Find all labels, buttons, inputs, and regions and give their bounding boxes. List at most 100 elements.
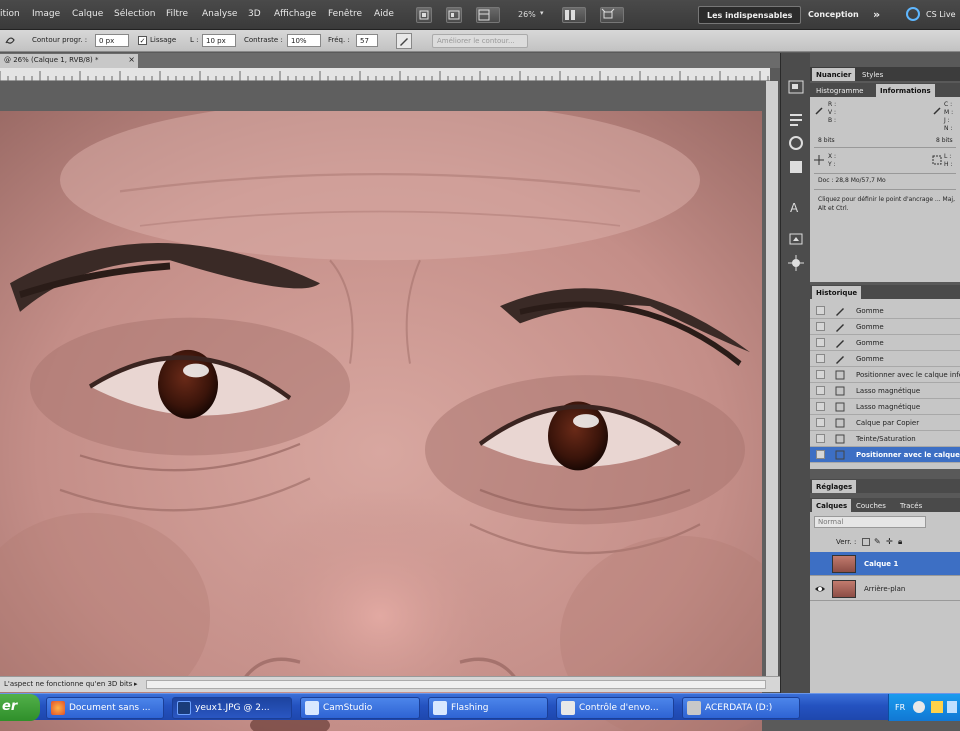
horizontal-scrollbar[interactable] — [146, 680, 766, 689]
history-item[interactable]: Calque par Copier — [810, 415, 960, 431]
menu-calque[interactable]: Calque — [72, 9, 103, 19]
task-camstudio[interactable]: CamStudio — [300, 697, 420, 719]
crosshair-icon — [814, 155, 824, 165]
blend-mode-select[interactable]: Normal — [814, 516, 926, 528]
screen-mode-button[interactable] — [600, 7, 624, 23]
arrange-documents-button[interactable] — [562, 7, 586, 23]
launch-bridge-button[interactable] — [416, 7, 432, 23]
tab-swatches[interactable]: Nuancier — [812, 68, 856, 81]
brush-presets-icon[interactable] — [786, 109, 806, 129]
more-workspaces-button[interactable]: » — [873, 8, 880, 21]
tab-paths[interactable]: Tracés — [896, 499, 926, 512]
history-source-checkbox[interactable] — [816, 450, 825, 459]
tab-styles[interactable]: Styles — [858, 68, 887, 81]
info-m-label: M : — [944, 109, 954, 116]
task-acerdata[interactable]: ACERDATA (D:) — [682, 697, 800, 719]
cslive-icon[interactable] — [906, 7, 920, 21]
control-icon — [561, 701, 575, 715]
history-item[interactable]: Gomme — [810, 351, 960, 367]
paragraph-icon[interactable] — [786, 229, 806, 249]
menu-filtre[interactable]: Filtre — [166, 9, 188, 19]
canvas-area[interactable] — [0, 81, 766, 731]
feather-input[interactable]: 0 px — [95, 34, 129, 47]
layer-row[interactable]: Arrière-plan — [810, 577, 960, 601]
close-tab-icon[interactable]: × — [128, 55, 135, 64]
tab-histogram[interactable]: Histogramme — [812, 84, 867, 97]
launch-minibridge-button[interactable] — [446, 7, 462, 23]
windows-taskbar: er Document sans ... yeux1.JPG @ 2... Ca… — [0, 693, 960, 721]
clone-source-icon[interactable] — [786, 133, 806, 153]
history-item[interactable]: Gomme — [810, 319, 960, 335]
vertical-scrollbar[interactable] — [766, 81, 778, 676]
menu-analyse[interactable]: Analyse — [202, 9, 237, 19]
history-item[interactable]: Positionner avec le calque inf... — [810, 447, 960, 463]
history-source-checkbox[interactable] — [816, 402, 825, 411]
zoom-level[interactable]: 26% — [518, 10, 536, 19]
refine-edge-button[interactable]: Améliorer le contour... — [432, 34, 528, 48]
history-item[interactable]: Gomme — [810, 303, 960, 319]
lock-all-icon[interactable]: 🔒︎ — [898, 537, 902, 547]
menu-selection[interactable]: Sélection — [114, 9, 155, 19]
history-source-checkbox[interactable] — [816, 306, 825, 315]
magnetic-lasso-icon[interactable] — [4, 34, 16, 46]
menu-3d[interactable]: 3D — [248, 9, 261, 19]
menu-fichier[interactable]: ition — [0, 9, 20, 19]
history-source-checkbox[interactable] — [816, 322, 825, 331]
history-item[interactable]: Lasso magnétique — [810, 399, 960, 415]
eye-icon[interactable] — [814, 584, 826, 594]
history-source-checkbox[interactable] — [816, 386, 825, 395]
antialias-checkbox[interactable]: ✓ — [138, 36, 147, 45]
task-label: Contrôle d'envo... — [579, 703, 659, 713]
tab-history[interactable]: Historique — [812, 286, 862, 299]
tray-network-icon[interactable] — [947, 701, 957, 713]
character-icon[interactable]: A — [786, 197, 806, 217]
pen-pressure-button[interactable] — [396, 33, 412, 49]
status-arrow-icon[interactable]: ▸ — [134, 680, 138, 688]
width-input[interactable]: 10 px — [202, 34, 236, 47]
lock-transparency-icon[interactable] — [862, 538, 870, 546]
frequency-input[interactable]: 57 — [356, 34, 378, 47]
history-source-checkbox[interactable] — [816, 434, 825, 443]
workspace-essentials[interactable]: Les indispensables — [698, 6, 802, 24]
history-source-checkbox[interactable] — [816, 354, 825, 363]
history-item[interactable]: Gomme — [810, 335, 960, 351]
history-source-checkbox[interactable] — [816, 338, 825, 347]
language-indicator[interactable]: FR — [895, 703, 905, 712]
horizontal-ruler[interactable] — [0, 68, 770, 81]
tab-info[interactable]: Informations — [876, 84, 935, 97]
history-label: Positionner avec le calque infé... — [856, 371, 960, 379]
lock-pixels-icon[interactable]: ✎ — [874, 537, 881, 546]
lock-position-icon[interactable]: ✛ — [886, 537, 893, 546]
contrast-input[interactable]: 10% — [287, 34, 321, 47]
actions-icon[interactable] — [786, 253, 806, 273]
tray-app-icon[interactable] — [913, 701, 925, 713]
workspace-design[interactable]: Conception — [800, 6, 867, 24]
menu-affichage[interactable]: Affichage — [274, 9, 316, 19]
face-photo[interactable] — [0, 111, 762, 731]
task-photoshop[interactable]: yeux1.JPG @ 2... — [172, 697, 292, 719]
navigator-icon[interactable] — [786, 77, 806, 97]
layer-row[interactable]: Calque 1 — [810, 552, 960, 576]
history-item[interactable]: Lasso magnétique — [810, 383, 960, 399]
zoom-dropdown-icon[interactable]: ▾ — [540, 9, 544, 17]
history-source-checkbox[interactable] — [816, 418, 825, 427]
tab-channels[interactable]: Couches — [852, 499, 890, 512]
history-source-checkbox[interactable] — [816, 370, 825, 379]
tray-shield-icon[interactable] — [931, 701, 943, 713]
tab-layers[interactable]: Calques — [812, 499, 852, 512]
view-extras-button[interactable] — [476, 7, 500, 23]
task-control[interactable]: Contrôle d'envo... — [556, 697, 674, 719]
document-tab[interactable]: @ 26% (Calque 1, RVB/8) * × — [0, 54, 138, 68]
start-button[interactable]: er — [0, 694, 40, 721]
menu-fenetre[interactable]: Fenêtre — [328, 9, 362, 19]
history-item[interactable]: Teinte/Saturation — [810, 431, 960, 447]
task-flashing[interactable]: Flashing — [428, 697, 548, 719]
cslive-label[interactable]: CS Live — [926, 10, 956, 19]
history-item[interactable]: Positionner avec le calque infé... — [810, 367, 960, 383]
tab-adjustments[interactable]: Réglages — [812, 480, 857, 493]
menu-aide[interactable]: Aide — [374, 9, 394, 19]
tool-presets-icon[interactable] — [786, 157, 806, 177]
task-document[interactable]: Document sans ... — [46, 697, 164, 719]
menu-image[interactable]: Image — [32, 9, 60, 19]
layer-visibility-icon[interactable] — [814, 559, 826, 569]
